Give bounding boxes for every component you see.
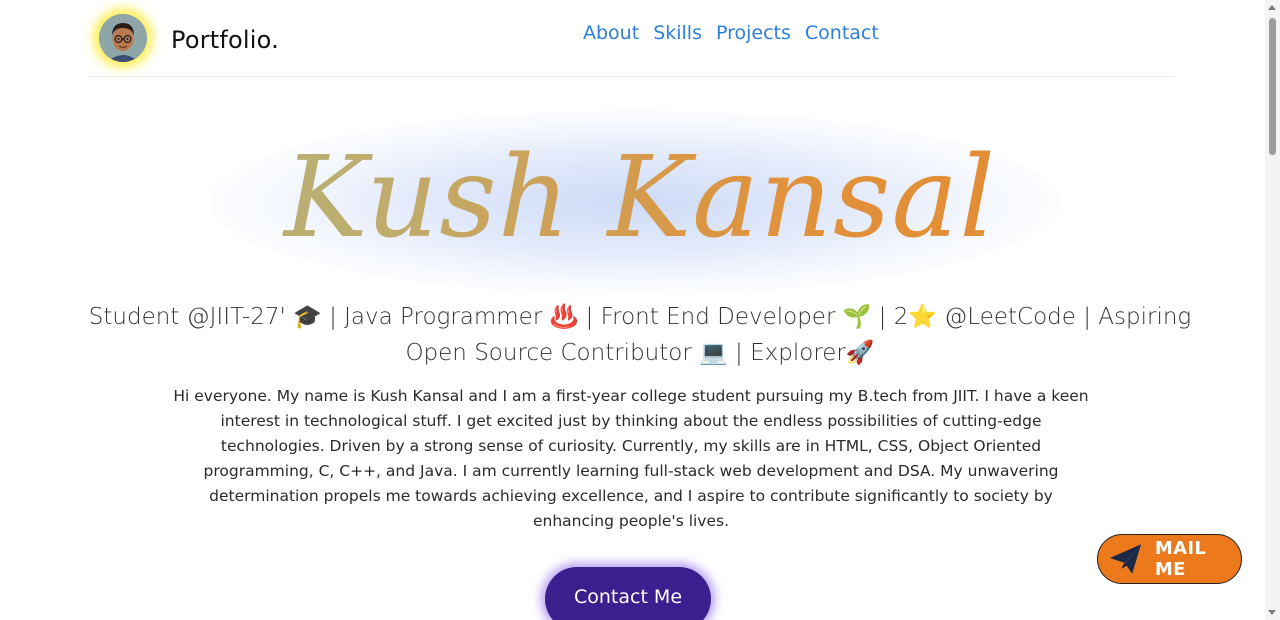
page: Portfolio. About Skills Projects Contact… xyxy=(0,0,1280,620)
avatar-face-icon xyxy=(99,14,147,62)
scroll-up-arrow-icon[interactable] xyxy=(1268,5,1276,10)
scrollbar-thumb[interactable] xyxy=(1269,18,1276,155)
mail-me-label: MAIL ME xyxy=(1154,538,1207,580)
paper-plane-icon xyxy=(1109,544,1141,574)
nav-link-contact[interactable]: Contact xyxy=(798,22,886,44)
contact-me-button[interactable]: Contact Me xyxy=(545,567,711,620)
brand-name: Portfolio. xyxy=(171,26,279,54)
nav-link-projects[interactable]: Projects xyxy=(709,22,798,44)
navbar: Portfolio. About Skills Projects Contact xyxy=(88,0,1174,77)
hero-tagline: Student @JIIT-27' 🎓 | Java Programmer ♨️… xyxy=(88,304,1192,366)
brand-link[interactable]: Portfolio. xyxy=(88,0,279,76)
vertical-scrollbar[interactable] xyxy=(1265,0,1280,620)
mail-me-button[interactable]: MAIL ME xyxy=(1097,534,1242,584)
hero-name: Kush Kansal xyxy=(0,128,1280,268)
profile-avatar xyxy=(99,14,147,62)
hero-bio: Hi everyone. My name is Kush Kansal and … xyxy=(173,387,1089,530)
scroll-down-arrow-icon[interactable] xyxy=(1268,610,1276,615)
nav-link-about[interactable]: About xyxy=(576,22,646,44)
primary-nav: About Skills Projects Contact xyxy=(576,22,886,44)
nav-link-skills[interactable]: Skills xyxy=(646,22,709,44)
